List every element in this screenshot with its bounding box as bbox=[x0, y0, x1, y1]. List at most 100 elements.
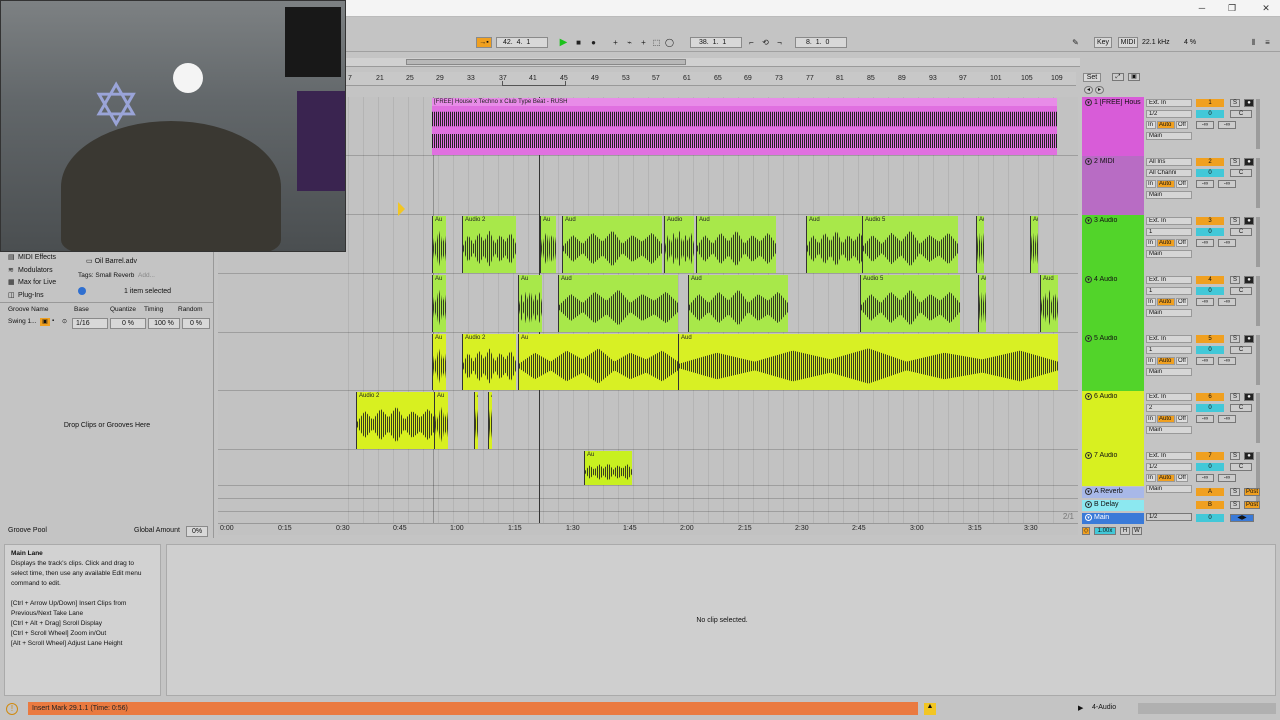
track-fold-icon[interactable]: ▾ bbox=[1085, 335, 1092, 342]
warning-icon[interactable]: ! bbox=[6, 703, 18, 715]
solo-button[interactable]: S bbox=[1230, 158, 1240, 166]
return-post[interactable]: Post bbox=[1244, 501, 1260, 509]
return-solo[interactable]: S bbox=[1230, 488, 1240, 496]
arm-button[interactable]: ● bbox=[1244, 335, 1254, 343]
return-header-B[interactable]: ▾ B Delay bbox=[1082, 500, 1144, 511]
overview-visible-region[interactable] bbox=[406, 59, 686, 65]
follow-button[interactable]: →▪ bbox=[476, 37, 492, 48]
send-b[interactable]: -∞ bbox=[1218, 357, 1236, 365]
track-pan[interactable]: C bbox=[1230, 287, 1252, 295]
track-fold-icon[interactable]: ▾ bbox=[1085, 488, 1092, 495]
groove-quantize[interactable]: 0 % bbox=[110, 318, 146, 329]
track-overview[interactable] bbox=[1138, 703, 1276, 714]
solo-button[interactable]: S bbox=[1230, 99, 1240, 107]
return-header-A[interactable]: ▾ A Reverb bbox=[1082, 487, 1144, 498]
monitor-auto[interactable]: Auto bbox=[1157, 239, 1175, 247]
set-button[interactable]: Set bbox=[1083, 73, 1101, 82]
monitor-in[interactable]: In bbox=[1146, 298, 1156, 306]
input-type-select[interactable]: Ext. In bbox=[1146, 217, 1192, 225]
output-route-select[interactable]: Main bbox=[1146, 309, 1192, 317]
audio-clip[interactable]: Au bbox=[434, 392, 448, 449]
input-channel-select[interactable]: 1/2 bbox=[1146, 110, 1192, 118]
output-route-select[interactable]: Main bbox=[1146, 191, 1192, 199]
monitor-off[interactable]: Off bbox=[1176, 415, 1188, 423]
browser-item-2[interactable]: ▦ Max for Live bbox=[8, 277, 78, 288]
monitor-auto[interactable]: Auto bbox=[1157, 415, 1175, 423]
track-activator[interactable]: 5 bbox=[1196, 335, 1224, 343]
audio-clip[interactable]: Au bbox=[432, 216, 446, 273]
record-icon[interactable]: ● bbox=[588, 37, 599, 48]
input-channel-select[interactable]: 2 bbox=[1146, 404, 1192, 412]
track-pan[interactable]: C bbox=[1230, 110, 1252, 118]
track-activator[interactable]: 3 bbox=[1196, 217, 1224, 225]
track-fold-icon[interactable]: ▾ bbox=[1085, 99, 1092, 106]
monitor-in[interactable]: In bbox=[1146, 239, 1156, 247]
monitor-auto[interactable]: Auto bbox=[1157, 121, 1175, 129]
track-volume[interactable]: 0 bbox=[1196, 110, 1224, 118]
arrangement-overview[interactable] bbox=[346, 58, 1080, 67]
monitor-off[interactable]: Off bbox=[1176, 180, 1188, 188]
audio-clip[interactable]: Aud bbox=[562, 216, 662, 273]
monitor-auto[interactable]: Auto bbox=[1157, 180, 1175, 188]
send-a[interactable]: -∞ bbox=[1196, 121, 1214, 129]
audio-clip[interactable]: Au bbox=[540, 216, 556, 273]
punch-out-icon[interactable]: ¬ bbox=[774, 37, 785, 48]
groove-hotswap-icon[interactable]: ▣ bbox=[40, 318, 50, 326]
audio-clip[interactable]: Au bbox=[518, 275, 542, 332]
track-volume[interactable]: 0 bbox=[1196, 287, 1224, 295]
audio-clip[interactable]: Au bbox=[518, 334, 678, 390]
loop-brace[interactable] bbox=[502, 81, 566, 86]
audio-clip[interactable]: Aud bbox=[558, 275, 678, 332]
monitor-off[interactable]: Off bbox=[1176, 474, 1188, 482]
send-b[interactable]: -∞ bbox=[1218, 239, 1236, 247]
audio-clip[interactable]: Au bbox=[584, 451, 632, 485]
input-channel-select[interactable]: 1 bbox=[1146, 346, 1192, 354]
track-pan[interactable]: C bbox=[1230, 404, 1252, 412]
input-channel-select[interactable]: 1/2 bbox=[1146, 463, 1192, 471]
send-b[interactable]: -∞ bbox=[1218, 474, 1236, 482]
audio-clip-track1[interactable]: [FREE] House x Techno x Club Type Beat -… bbox=[432, 98, 1057, 155]
browser-item-0[interactable]: ▤ MIDI Effects bbox=[8, 252, 78, 263]
audio-clip[interactable]: Au bbox=[1030, 216, 1038, 273]
monitor-in[interactable]: In bbox=[1146, 474, 1156, 482]
track-fold-icon[interactable]: ▾ bbox=[1085, 452, 1092, 459]
menu-icon[interactable]: ≡ bbox=[1262, 37, 1273, 48]
audio-clip[interactable]: Audio 2 bbox=[356, 392, 436, 449]
track-volume[interactable]: 0 bbox=[1196, 346, 1224, 354]
arm-button[interactable]: ● bbox=[1244, 158, 1254, 166]
input-channel-select[interactable]: All Channi bbox=[1146, 169, 1192, 177]
solo-button[interactable]: S bbox=[1230, 335, 1240, 343]
browser-item-1[interactable]: ≋ Modulators bbox=[8, 265, 78, 276]
output-route-select[interactable]: Main bbox=[1146, 485, 1192, 493]
track-header-3[interactable]: ▾ 3 Audio bbox=[1082, 215, 1144, 274]
track-volume[interactable]: 0 bbox=[1196, 463, 1224, 471]
track-fold-icon[interactable]: ▾ bbox=[1085, 158, 1092, 165]
zoom-icon[interactable]: ◇ bbox=[1082, 527, 1090, 535]
output-route-select[interactable]: Main bbox=[1146, 132, 1192, 140]
send-a[interactable]: -∞ bbox=[1196, 239, 1214, 247]
send-a[interactable]: -∞ bbox=[1196, 474, 1214, 482]
groove-commit-icon[interactable]: ⊙ bbox=[62, 318, 67, 325]
audio-clip[interactable]: Audio 2 bbox=[462, 334, 516, 390]
audio-clip[interactable]: Au bbox=[432, 275, 446, 332]
track-header-7[interactable]: ▾ 7 Audio bbox=[1082, 450, 1144, 486]
arrangement-view[interactable]: [FREE] House x Techno x Club Type Beat -… bbox=[218, 97, 1078, 525]
input-channel-select[interactable]: 1 bbox=[1146, 287, 1192, 295]
audio-clip[interactable]: Audio bbox=[664, 216, 694, 273]
audio-clip[interactable]: Aud bbox=[688, 275, 788, 332]
audio-clip[interactable]: Au bbox=[488, 392, 492, 449]
track-fold-icon[interactable]: ▾ bbox=[1085, 276, 1092, 283]
return-post[interactable]: Post bbox=[1244, 488, 1260, 496]
clip-detail-view[interactable]: No clip selected. bbox=[166, 544, 1276, 696]
browser-item-3[interactable]: ◫ Plug-Ins bbox=[8, 290, 78, 301]
track-header-6[interactable]: ▾ 6 Audio bbox=[1082, 391, 1144, 450]
track-volume[interactable]: 0 bbox=[1196, 404, 1224, 412]
track-fold-icon[interactable]: ▾ bbox=[1085, 501, 1092, 508]
track-fold-icon[interactable]: ▾ bbox=[1085, 217, 1092, 224]
tag-add[interactable]: Add... bbox=[138, 272, 155, 279]
tag-small-reverb[interactable]: Small Reverb bbox=[95, 272, 134, 279]
solo-button[interactable]: S bbox=[1230, 276, 1240, 284]
time-ruler[interactable]: 2/1 0:00 0:15 0:30 0:45 1:00 1:15 1:30 1:45 2:00… bbox=[218, 512, 1078, 535]
arm-button[interactable]: ● bbox=[1244, 276, 1254, 284]
track-activator[interactable]: 4 bbox=[1196, 276, 1224, 284]
